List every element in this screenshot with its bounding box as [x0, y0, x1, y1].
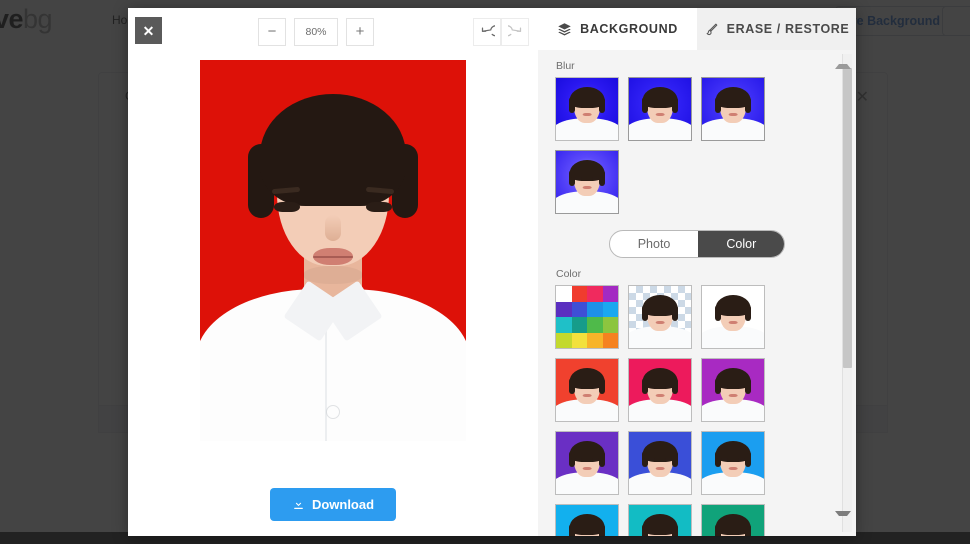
- blur-thumbnail-list: [538, 77, 795, 214]
- download-button-label: Download: [311, 497, 375, 512]
- mode-toggle-wrap: Photo Color: [538, 230, 856, 258]
- thumbnail-preview: [629, 505, 691, 536]
- panel-tabs: BACKGROUND ERASE / RESTORE: [538, 8, 856, 50]
- portrait-lip-line: [313, 256, 353, 258]
- thumbnail-preview: [629, 359, 691, 421]
- color-purple[interactable]: [701, 358, 765, 422]
- portrait-eye-right: [366, 202, 392, 212]
- panel-scroll-body[interactable]: Blur Photo Color Color: [538, 50, 856, 536]
- thumbnail-preview: [556, 151, 618, 213]
- thumbnail-preview: [556, 78, 618, 140]
- color-teal[interactable]: [701, 504, 765, 536]
- toggle-option-color[interactable]: Color: [698, 231, 785, 257]
- thumbnail-preview: [702, 78, 764, 140]
- photo-color-toggle: Photo Color: [608, 230, 786, 258]
- color-red[interactable]: [555, 358, 619, 422]
- color-section-label: Color: [556, 268, 582, 280]
- close-modal-button[interactable]: ✕: [135, 17, 162, 44]
- background-panel: BACKGROUND ERASE / RESTORE Blur Photo Co…: [538, 8, 856, 536]
- color-palette-grid: [556, 286, 618, 348]
- thumbnail-preview: [629, 78, 691, 140]
- color-cyan[interactable]: [628, 504, 692, 536]
- brush-icon: [706, 23, 717, 35]
- thumbnail-preview: [702, 432, 764, 494]
- color-thumbnail-list: [538, 285, 795, 536]
- download-button[interactable]: Download: [269, 488, 397, 521]
- redo-icon: [507, 24, 521, 36]
- tab-erase-restore-label: ERASE / RESTORE: [726, 22, 850, 36]
- edited-image[interactable]: [200, 60, 466, 441]
- portrait-chin-shadow: [303, 266, 363, 284]
- editor-toolbar: ✕ − 80% +: [128, 8, 538, 60]
- undo-icon: [481, 24, 495, 36]
- zoom-level-value: 80%: [294, 18, 338, 46]
- blur-section-label: Blur: [556, 60, 575, 72]
- tab-erase-restore[interactable]: ERASE / RESTORE: [697, 8, 856, 50]
- thumbnail-preview: [629, 286, 691, 348]
- thumbnail-preview: [629, 432, 691, 494]
- toggle-option-photo[interactable]: Photo: [610, 231, 699, 257]
- zoom-in-button[interactable]: +: [346, 18, 374, 46]
- panel-scrollbar-thumb[interactable]: [843, 68, 852, 368]
- color-blue[interactable]: [701, 431, 765, 495]
- thumbnail-preview: [556, 359, 618, 421]
- scroll-up-arrow-icon[interactable]: [835, 56, 851, 69]
- tab-background[interactable]: BACKGROUND: [538, 8, 697, 50]
- download-area: Download: [128, 488, 538, 521]
- thumbnail-preview: [702, 359, 764, 421]
- color-sky[interactable]: [555, 504, 619, 536]
- thumbnail-preview: [702, 286, 764, 348]
- editor-pane: ✕ − 80% + Download: [128, 8, 538, 536]
- shirt-logo-icon: [326, 405, 340, 419]
- thumbnail-preview: [556, 432, 618, 494]
- portrait-eye-left: [274, 202, 300, 212]
- color-violet[interactable]: [555, 431, 619, 495]
- zoom-out-button[interactable]: −: [258, 18, 286, 46]
- portrait-nose: [325, 215, 341, 241]
- color-pink[interactable]: [628, 358, 692, 422]
- blur-thumbnail-2[interactable]: [628, 77, 692, 141]
- thumbnail-preview: [556, 505, 618, 536]
- history-controls: [473, 18, 529, 46]
- tab-background-label: BACKGROUND: [580, 22, 678, 36]
- thumbnail-preview: [702, 505, 764, 536]
- editor-modal: ✕ − 80% + Download BACKGROUND ERASE / RE…: [128, 8, 856, 536]
- undo-button[interactable]: [473, 18, 501, 46]
- layers-icon: [558, 22, 571, 35]
- scroll-down-arrow-icon[interactable]: [835, 511, 851, 524]
- panel-scrollbar[interactable]: [842, 54, 852, 532]
- blur-thumbnail-4[interactable]: [555, 150, 619, 214]
- zoom-controls: − 80% +: [258, 18, 374, 46]
- blur-thumbnail-1[interactable]: [555, 77, 619, 141]
- color-transparent[interactable]: [628, 285, 692, 349]
- color-palette-picker[interactable]: [555, 285, 619, 349]
- blur-thumbnail-3[interactable]: [701, 77, 765, 141]
- color-white[interactable]: [701, 285, 765, 349]
- image-canvas[interactable]: [128, 60, 538, 480]
- redo-button[interactable]: [501, 18, 529, 46]
- color-indigo[interactable]: [628, 431, 692, 495]
- download-icon: [294, 499, 303, 510]
